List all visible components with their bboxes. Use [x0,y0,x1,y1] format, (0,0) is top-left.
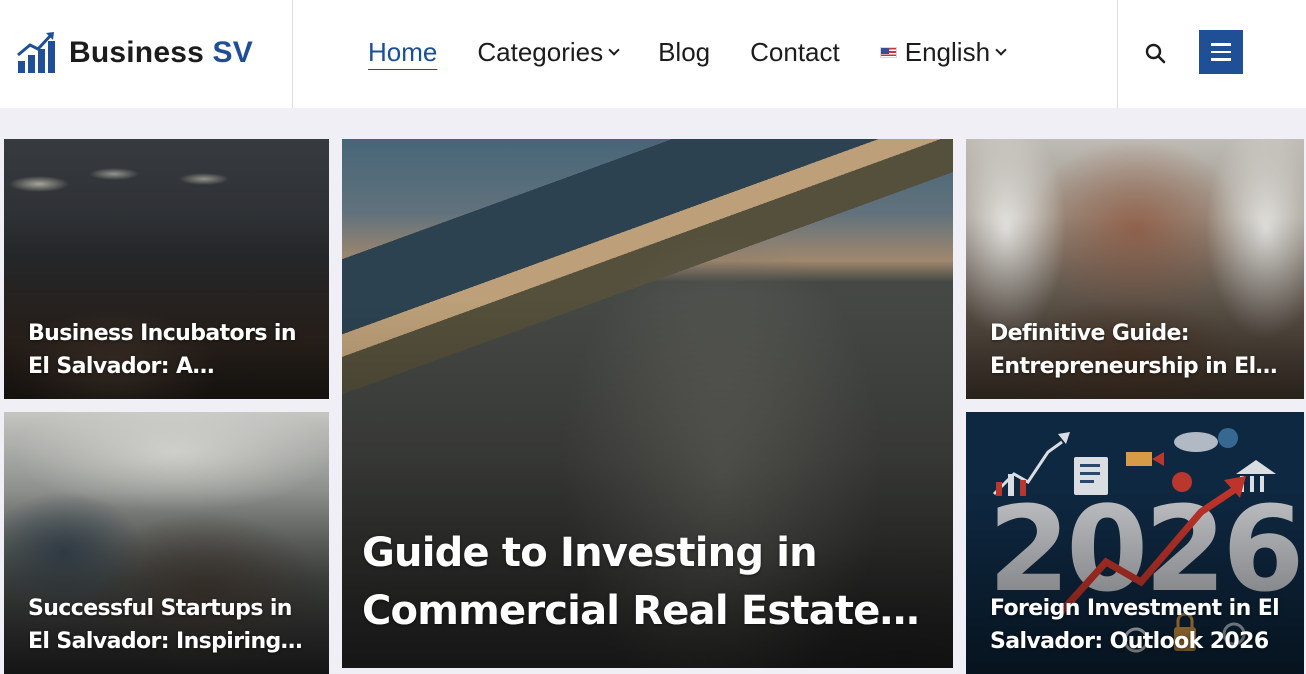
language-selector[interactable]: English [879,36,1007,68]
nav-categories-label: Categories [477,36,604,67]
article-title[interactable]: Successful Startups in El Salvador: Insp… [28,592,311,658]
chevron-down-icon [995,43,1007,56]
site-logo[interactable]: Business SV [16,28,253,78]
site-header: Business SV Home Categories Blog Contact… [0,0,1306,108]
article-title[interactable]: Business Incubators in El Salvador: A Co… [28,317,311,383]
article-card[interactable]: Definitive Guide: Entrepreneurship in El… [966,139,1304,399]
search-button[interactable] [1142,40,1170,68]
menu-bar [1211,50,1231,54]
header-divider [1117,0,1118,108]
chevron-down-icon [608,43,620,56]
menu-bar [1211,43,1231,46]
site-name: Business SV [69,36,253,70]
article-card[interactable]: Successful Startups in El Salvador: Insp… [4,412,329,674]
featured-article-title[interactable]: Guide to Investing in Commercial Real Es… [362,524,933,640]
language-label: English [904,36,991,67]
us-flag-icon [879,46,897,58]
bar-chart-logo-icon [17,32,55,73]
article-card[interactable]: 2026 Foreign Investment in El Salvador: … [966,412,1304,674]
nav-categories[interactable]: Categories [477,36,620,68]
featured-article-card[interactable]: Guide to Investing in Commercial Real Es… [342,139,953,668]
site-name-accent: SV [212,36,253,69]
main-nav: Home Categories Blog Contact English [368,34,1045,70]
nav-home[interactable]: Home [368,37,437,68]
article-title[interactable]: Foreign Investment in El Salvador: Outlo… [990,592,1286,658]
nav-contact[interactable]: Contact [750,37,840,68]
menu-bar [1211,58,1231,61]
search-icon [1145,43,1166,64]
hamburger-menu-icon[interactable] [1199,30,1243,74]
article-card[interactable]: Business Incubators in El Salvador: A Co… [4,139,329,399]
header-divider [292,0,293,108]
article-title[interactable]: Definitive Guide: Entrepreneurship in El… [990,317,1286,383]
nav-blog[interactable]: Blog [658,37,710,68]
site-name-main: Business [69,36,204,69]
